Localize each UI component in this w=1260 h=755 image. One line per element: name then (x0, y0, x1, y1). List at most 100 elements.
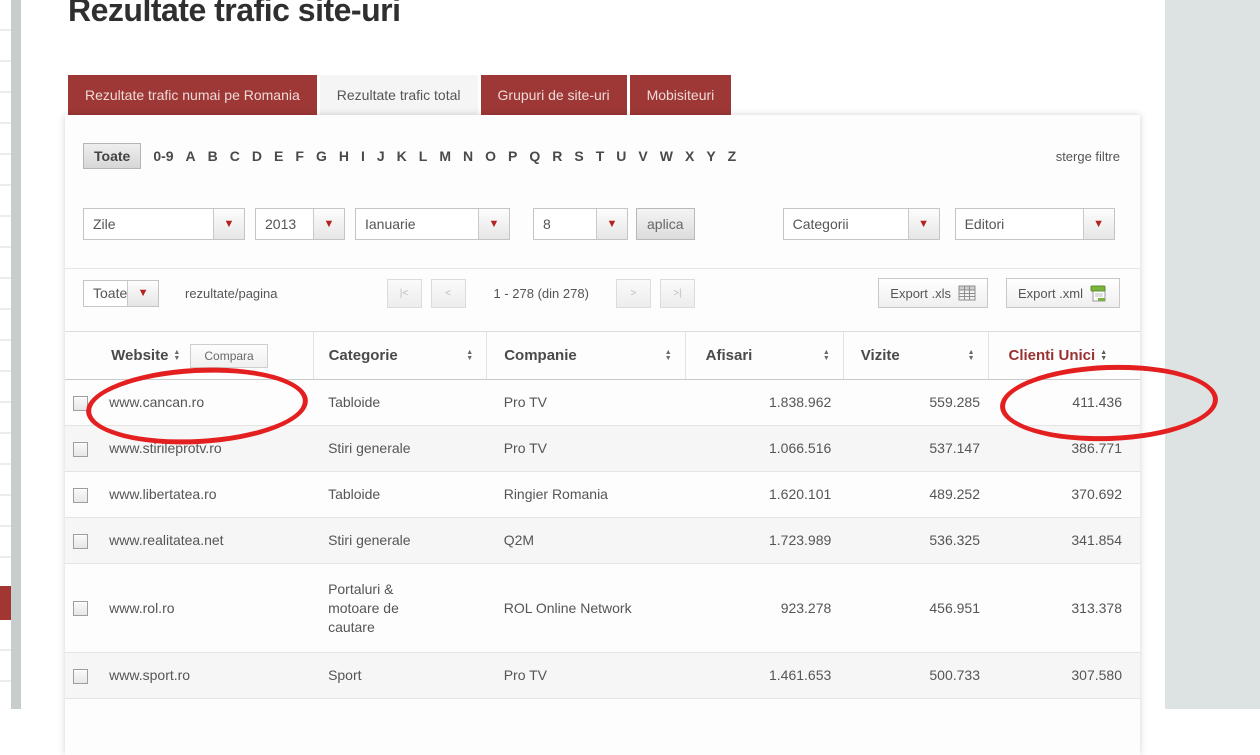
row-categorie: Portaluri & motoare de cautare (313, 563, 487, 653)
header-clienti-unici: Clienti Unici ▲ ▼ (987, 331, 1140, 380)
row-companie: Ringier Romania (486, 471, 686, 518)
row-afisari: 1.723.989 (685, 517, 844, 564)
letter-filter-C[interactable]: C (230, 148, 240, 164)
row-afisari: 1.461.653 (685, 652, 844, 699)
dropdown-arrow-icon[interactable]: ▼ (1082, 209, 1114, 239)
per-page-select[interactable]: Toate ▼ (83, 279, 159, 307)
letter-filter-J[interactable]: J (377, 148, 385, 164)
letter-filter-V[interactable]: V (638, 148, 647, 164)
letter-filter-H[interactable]: H (339, 148, 349, 164)
compara-button[interactable]: Compara (190, 343, 268, 368)
letter-filter-P[interactable]: P (508, 148, 517, 164)
row-vizite: 489.252 (843, 471, 988, 518)
header-clienti-unici-label[interactable]: Clienti Unici (1009, 347, 1096, 364)
row-clienti: 370.692 (988, 471, 1140, 518)
dropdown-arrow-icon[interactable]: ▼ (478, 209, 509, 239)
apply-button[interactable]: aplica (636, 208, 695, 240)
letter-filter-I[interactable]: I (361, 148, 365, 164)
dropdown-arrow-icon[interactable]: ▼ (907, 209, 939, 239)
header-website: Website ▲ ▼ Compara (101, 331, 314, 380)
website-link[interactable]: www.rol.ro (109, 600, 174, 616)
categories-select[interactable]: Categorii ▼ (782, 208, 940, 240)
letter-filter-R[interactable]: R (552, 148, 562, 164)
next-page-button[interactable]: > (615, 278, 651, 308)
row-checkbox[interactable] (73, 668, 88, 684)
first-page-button[interactable]: |< (386, 278, 422, 308)
dropdown-arrow-icon[interactable]: ▼ (596, 209, 627, 239)
letter-filter-B[interactable]: B (208, 148, 218, 164)
row-clienti: 386.771 (988, 425, 1140, 472)
letter-filter-T[interactable]: T (596, 148, 605, 164)
month-select[interactable]: Ianuarie ▼ (355, 208, 510, 240)
letter-filter-L[interactable]: L (419, 148, 428, 164)
tab-mobisiteuri[interactable]: Mobisiteuri (629, 75, 732, 115)
sort-website-icon[interactable]: ▲ ▼ (173, 349, 180, 362)
export-xml-button[interactable]: Export .xml (1005, 278, 1120, 308)
letter-filter-E[interactable]: E (274, 148, 283, 164)
letter-filter-F[interactable]: F (295, 148, 304, 164)
row-afisari: 1.620.101 (685, 471, 844, 518)
letter-filter-M[interactable]: M (439, 148, 451, 164)
clear-filters-link[interactable]: sterge filtre (1056, 149, 1120, 164)
website-link[interactable]: www.realitatea.net (109, 532, 223, 548)
website-link[interactable]: www.stirileprotv.ro (109, 440, 222, 456)
header-website-label[interactable]: Website (111, 347, 168, 364)
website-link[interactable]: www.sport.ro (109, 667, 190, 683)
row-checkbox[interactable] (73, 395, 88, 411)
dropdown-arrow-icon[interactable]: ▼ (213, 209, 244, 239)
prev-page-button[interactable]: < (430, 278, 466, 308)
background-left-gray-bar (11, 0, 21, 709)
sort-companie-icon[interactable]: ▲ ▼ (665, 349, 672, 362)
page-title: Rezultate trafic site-uri (68, 0, 401, 28)
website-link[interactable]: www.libertatea.ro (109, 486, 216, 502)
row-checkbox[interactable] (73, 487, 88, 503)
row-clienti: 307.580 (988, 652, 1140, 699)
tab-grupuri-site-uri[interactable]: Grupuri de site-uri (480, 75, 627, 115)
row-checkbox[interactable] (73, 601, 88, 617)
row-vizite: 559.285 (843, 379, 988, 426)
row-companie: Pro TV (486, 425, 686, 472)
last-page-button[interactable]: >| (659, 278, 695, 308)
sort-vizite-icon[interactable]: ▲ ▼ (968, 349, 975, 362)
filter-row: Zile ▼ 2013 ▼ Ianuarie ▼ 8 ▼ aplica Cate… (83, 207, 1120, 241)
header-vizite-label[interactable]: Vizite (861, 347, 900, 364)
letter-filter-all-button[interactable]: Toate (83, 143, 142, 169)
tab-rezultate-romania[interactable]: Rezultate trafic numai pe Romania (68, 75, 317, 115)
sort-categorie-icon[interactable]: ▲ ▼ (466, 349, 473, 362)
sort-afisari-icon[interactable]: ▲ ▼ (823, 349, 830, 362)
letter-filter-W[interactable]: W (660, 148, 673, 164)
row-vizite: 536.325 (843, 517, 988, 564)
day-select[interactable]: 8 ▼ (533, 208, 628, 240)
row-checkbox[interactable] (73, 533, 88, 549)
letter-filter-A[interactable]: A (186, 148, 196, 164)
sort-clienti-icon[interactable]: ▲ ▼ (1100, 349, 1107, 362)
letter-filter-0-9[interactable]: 0-9 (153, 148, 173, 164)
letter-filter-U[interactable]: U (616, 148, 626, 164)
letter-filter-D[interactable]: D (252, 148, 262, 164)
dropdown-arrow-icon[interactable]: ▼ (127, 280, 158, 306)
letter-filter-G[interactable]: G (316, 148, 327, 164)
toolbar-row: Toate ▼ rezultate/pagina |< < 1 - 278 (d… (65, 268, 1140, 317)
table-row: www.stirileprotv.ro Stiri generale Pro T… (65, 425, 1140, 472)
letter-filter-K[interactable]: K (397, 148, 407, 164)
letter-filter-S[interactable]: S (574, 148, 583, 164)
letter-filter-N[interactable]: N (463, 148, 473, 164)
letter-filter-Y[interactable]: Y (706, 148, 715, 164)
header-afisari-label[interactable]: Afisari (706, 347, 753, 364)
row-checkbox[interactable] (73, 441, 88, 457)
year-select[interactable]: 2013 ▼ (255, 208, 345, 240)
letter-filter-O[interactable]: O (485, 148, 496, 164)
publishers-select[interactable]: Editori ▼ (954, 208, 1115, 240)
export-xls-button[interactable]: Export .xls (878, 278, 988, 308)
letter-filter-Z[interactable]: Z (728, 148, 737, 164)
table-row: www.cancan.ro Tabloide Pro TV 1.838.962 … (65, 379, 1140, 426)
dropdown-arrow-icon[interactable]: ▼ (313, 209, 344, 239)
letter-filter-Q[interactable]: Q (529, 148, 540, 164)
row-companie: Pro TV (486, 652, 686, 699)
letter-filter-X[interactable]: X (685, 148, 694, 164)
period-type-select[interactable]: Zile ▼ (83, 208, 245, 240)
website-link[interactable]: www.cancan.ro (109, 394, 204, 410)
tab-rezultate-total[interactable]: Rezultate trafic total (319, 75, 478, 115)
header-categorie-label[interactable]: Categorie (329, 347, 398, 364)
header-companie-label[interactable]: Companie (504, 347, 577, 364)
